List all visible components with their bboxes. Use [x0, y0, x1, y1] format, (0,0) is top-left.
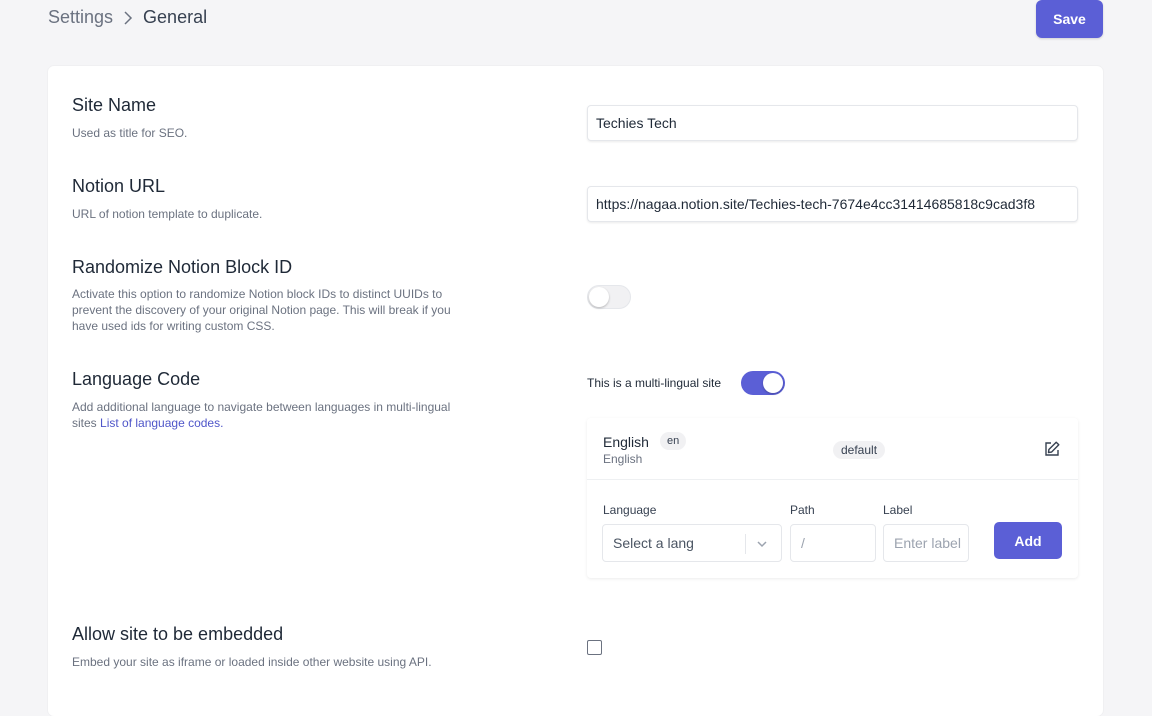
site-name-title: Site Name: [72, 95, 157, 115]
path-field-label: Path: [790, 503, 815, 517]
language-select-placeholder: Select a lang: [613, 535, 694, 551]
language-code-description: Add additional language to navigate betw…: [72, 399, 467, 431]
site-name-input[interactable]: Techies Tech: [587, 105, 1078, 141]
language-field-label: Language: [603, 503, 657, 517]
language-panel: English en English default Language Path…: [587, 418, 1078, 578]
label-input[interactable]: Enter label: [883, 524, 969, 562]
label-field-label: Label: [883, 503, 913, 517]
language-select[interactable]: Select a lang: [602, 524, 782, 562]
add-language-button[interactable]: Add: [994, 522, 1062, 559]
default-badge: default: [833, 441, 886, 459]
chevron-down-icon: [755, 537, 769, 551]
site-name-description: Used as title for SEO.: [72, 126, 188, 140]
embed-checkbox[interactable]: [587, 640, 602, 655]
language-codes-link[interactable]: List of language codes.: [100, 416, 223, 430]
toggle-knob: [589, 287, 609, 307]
language-code-badge: en: [660, 432, 687, 450]
language-entry-name: English: [603, 434, 649, 450]
toggle-knob: [763, 373, 783, 393]
randomize-toggle[interactable]: [587, 285, 631, 309]
randomize-description: Activate this option to randomize Notion…: [72, 287, 451, 333]
save-button[interactable]: Save: [1036, 0, 1103, 38]
multilingual-label: This is a multi-lingual site: [587, 376, 722, 390]
notion-url-description: URL of notion template to duplicate.: [72, 207, 263, 221]
edit-icon[interactable]: [1043, 440, 1061, 458]
chevron-right-icon: [123, 10, 133, 25]
breadcrumb: Settings General: [48, 7, 207, 28]
notion-url-input[interactable]: https://nagaa.notion.site/Techies-tech-7…: [587, 186, 1078, 222]
top-bar: Settings General Save: [0, 0, 1152, 50]
language-entry-row: English en English default: [587, 418, 1078, 480]
notion-url-title: Notion URL: [72, 176, 166, 196]
settings-card: Site Name Used as title for SEO. Techies…: [48, 66, 1103, 716]
multilingual-toggle[interactable]: [741, 371, 785, 395]
path-input[interactable]: /: [790, 524, 876, 562]
embed-description: Embed your site as iframe or loaded insi…: [72, 655, 432, 669]
language-entry-subtitle: English: [603, 452, 643, 466]
page-title: General: [143, 7, 208, 27]
embed-title: Allow site to be embedded: [72, 624, 284, 644]
language-code-title: Language Code: [72, 369, 201, 389]
randomize-title: Randomize Notion Block ID: [72, 257, 293, 277]
select-divider: [745, 534, 746, 554]
breadcrumb-settings-link[interactable]: Settings: [48, 7, 113, 28]
